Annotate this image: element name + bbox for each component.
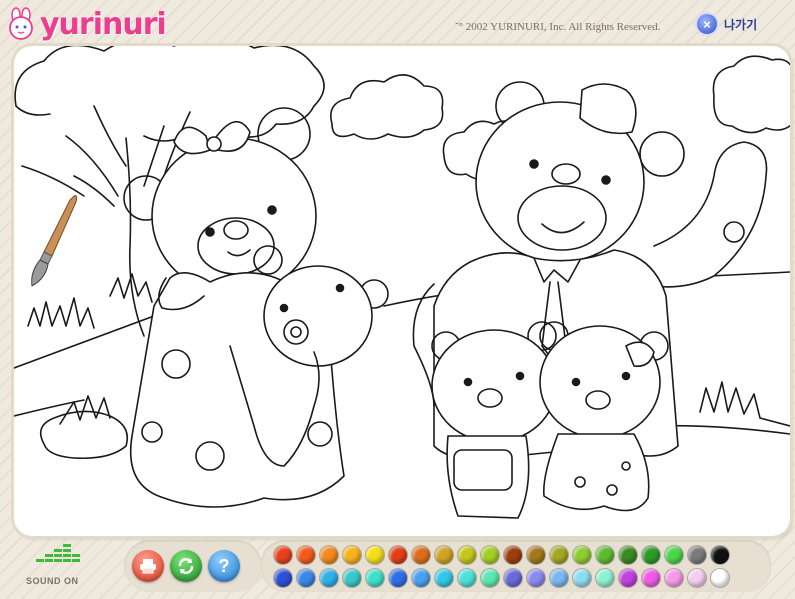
color-swatch[interactable] — [642, 569, 660, 587]
color-swatch[interactable] — [504, 569, 522, 587]
tree-canopy[interactable] — [14, 46, 325, 145]
color-swatch[interactable] — [274, 546, 292, 564]
color-swatch[interactable] — [458, 569, 476, 587]
sound-label[interactable]: SOUND ON — [26, 576, 79, 586]
color-swatch[interactable] — [711, 546, 729, 564]
reset-button[interactable] — [170, 550, 202, 582]
color-swatch[interactable] — [297, 569, 315, 587]
color-swatch[interactable] — [573, 569, 591, 587]
color-swatch[interactable] — [412, 569, 430, 587]
color-swatch[interactable] — [412, 546, 430, 564]
color-swatch[interactable] — [320, 546, 338, 564]
logo-text: yurinuri — [40, 6, 167, 42]
color-swatch[interactable] — [343, 546, 361, 564]
color-swatch[interactable] — [366, 569, 384, 587]
color-swatch[interactable] — [481, 546, 499, 564]
print-button[interactable] — [132, 550, 164, 582]
exit-label[interactable]: 나가기 — [724, 16, 757, 33]
sound-toggle[interactable]: SOUND ON — [26, 536, 96, 592]
close-icon[interactable]: × — [697, 14, 717, 34]
color-palette — [261, 540, 771, 592]
yurinuri-logo: yurinuri — [4, 4, 167, 44]
color-swatch[interactable] — [343, 569, 361, 587]
color-swatch[interactable] — [573, 546, 591, 564]
color-swatch[interactable] — [366, 546, 384, 564]
color-swatch[interactable] — [619, 569, 637, 587]
color-swatch[interactable] — [596, 569, 614, 587]
tool-panel: ? — [124, 540, 262, 592]
cloud-top-right[interactable] — [712, 55, 790, 134]
cloud-center[interactable] — [330, 74, 444, 140]
color-swatch[interactable] — [688, 546, 706, 564]
color-swatch[interactable] — [665, 569, 683, 587]
color-swatch[interactable] — [527, 546, 545, 564]
color-swatch[interactable] — [527, 569, 545, 587]
color-swatch[interactable] — [596, 546, 614, 564]
color-swatch[interactable] — [711, 569, 729, 587]
color-swatch[interactable] — [619, 546, 637, 564]
color-swatch[interactable] — [458, 546, 476, 564]
color-swatch[interactable] — [389, 546, 407, 564]
grass-right[interactable] — [699, 381, 790, 427]
coloring-canvas[interactable] — [14, 46, 790, 536]
refresh-icon — [178, 558, 194, 574]
color-swatch[interactable] — [504, 546, 522, 564]
color-swatch[interactable] — [550, 546, 568, 564]
color-swatch[interactable] — [665, 546, 683, 564]
color-swatch[interactable] — [688, 569, 706, 587]
color-swatch[interactable] — [297, 546, 315, 564]
rabbit-mascot-icon — [4, 7, 38, 41]
printer-icon — [140, 559, 156, 574]
tree-trunk[interactable] — [125, 137, 145, 337]
color-swatch[interactable] — [642, 546, 660, 564]
help-icon: ? — [218, 555, 230, 576]
color-swatch[interactable] — [320, 569, 338, 587]
color-swatch[interactable] — [389, 569, 407, 587]
exit-button[interactable]: × 나가기 — [697, 14, 757, 34]
equalizer-icon[interactable] — [36, 541, 86, 565]
color-swatch[interactable] — [274, 569, 292, 587]
rock-left[interactable] — [39, 410, 129, 460]
copyright-notice: ˇ° 2002 YURINURI, Inc. All Rights Reserv… — [455, 21, 661, 33]
help-button[interactable]: ? — [208, 550, 240, 582]
color-swatch[interactable] — [435, 546, 453, 564]
son-bear[interactable] — [431, 321, 557, 519]
color-swatch[interactable] — [435, 569, 453, 587]
grass-left[interactable] — [27, 297, 95, 329]
color-swatch[interactable] — [481, 569, 499, 587]
color-swatch[interactable] — [550, 569, 568, 587]
paintbrush-icon[interactable] — [26, 192, 82, 288]
